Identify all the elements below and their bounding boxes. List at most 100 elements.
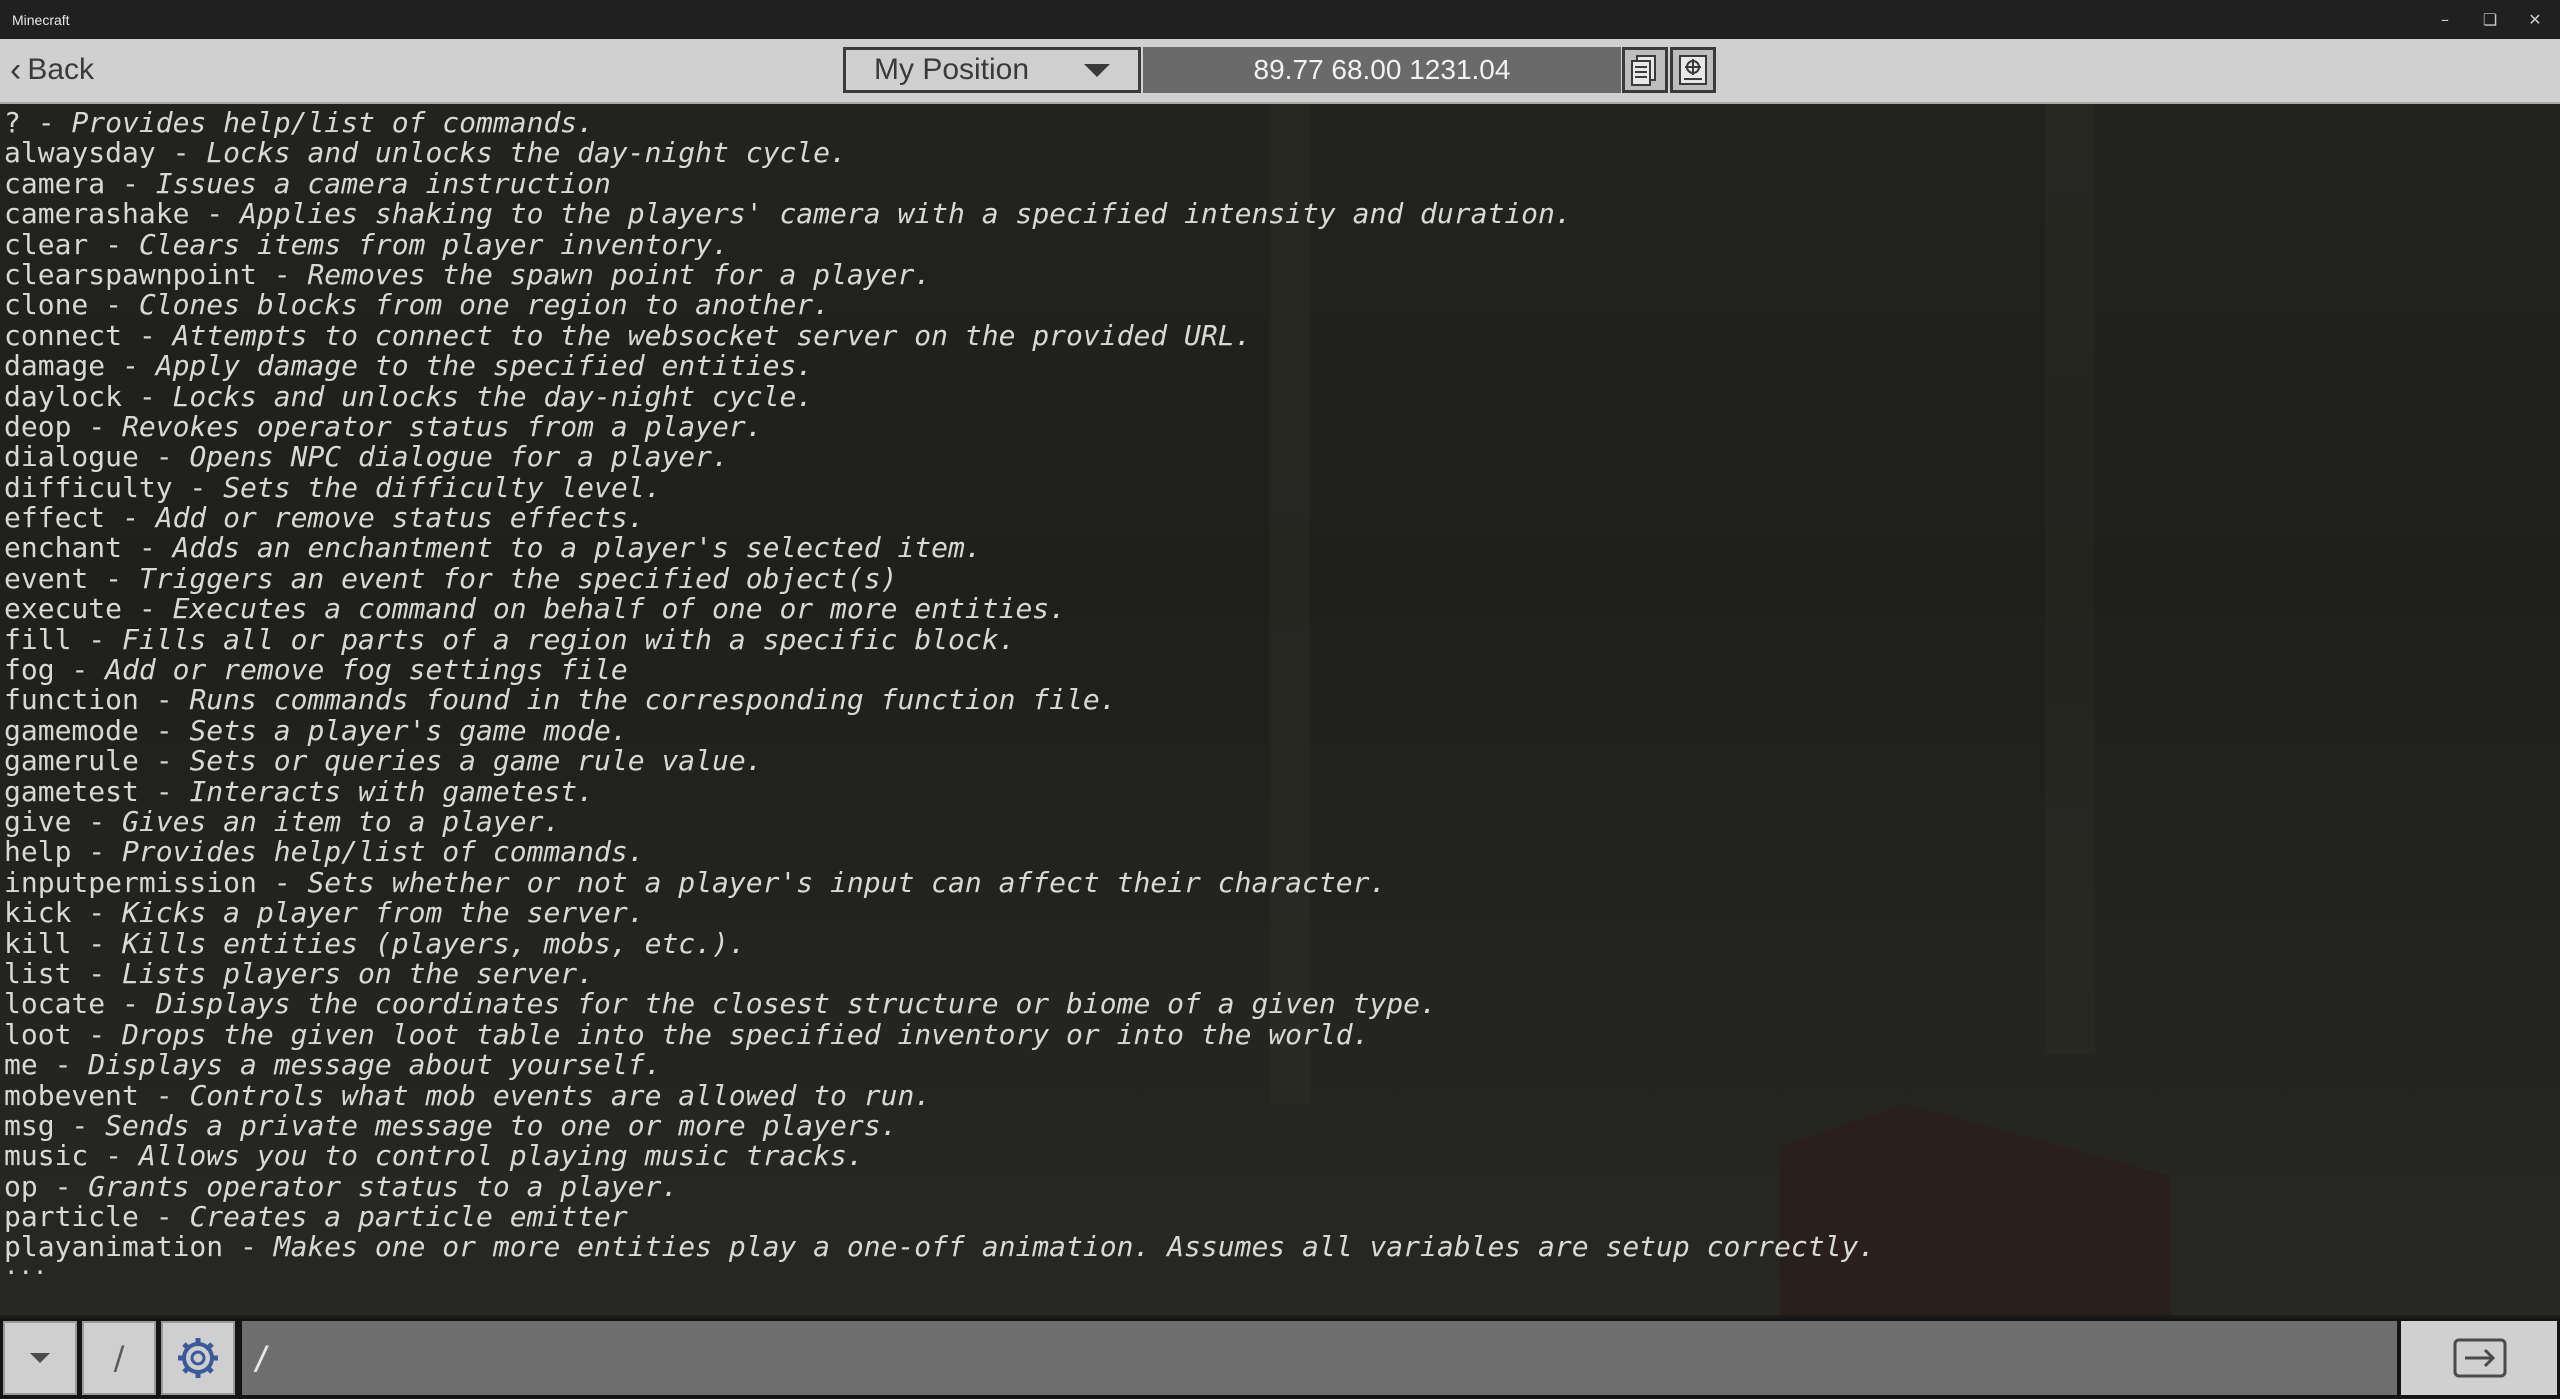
command-description: Adds an enchantment to a player's select… <box>172 531 982 565</box>
top-bar: ‹ Back My Position 89.77 68.00 1231.04 <box>0 39 2560 104</box>
command-line: dialogue - Opens NPC dialogue for a play… <box>4 442 1875 472</box>
command-name: gamerule - <box>4 744 190 778</box>
command-name: op - <box>4 1169 89 1203</box>
command-line: difficulty - Sets the difficulty level. <box>4 472 1875 503</box>
command-description: Kills entities (players, mobs, etc.). <box>122 926 746 960</box>
chevron-down-icon <box>30 1353 50 1363</box>
command-line: fog - Add or remove fog settings file <box>4 653 1875 687</box>
command-name: damage - <box>4 349 156 383</box>
command-name: loot - <box>4 1017 123 1051</box>
command-line: camerashake - Applies shaking to the pla… <box>4 197 1875 231</box>
command-line: effect - Add or remove status effects. <box>4 501 1875 535</box>
command-description: Sets whether or not a player's input can… <box>307 865 1387 899</box>
command-name: effect - <box>4 501 156 535</box>
command-name: fog - <box>4 653 106 687</box>
command-line: give - Gives an item to a player. <box>4 804 1875 838</box>
command-line: camera - Issues a camera instruction <box>4 166 1875 200</box>
command-description: Creates a particle emitter <box>189 1200 628 1234</box>
command-line: ? - Provides help/list of commands. <box>4 107 1875 138</box>
command-name: enchant - <box>4 531 173 565</box>
chat-input[interactable] <box>242 1321 2397 1395</box>
position-dropdown[interactable]: My Position <box>843 47 1141 93</box>
gear-icon <box>178 1338 218 1378</box>
command-name: camerashake - <box>4 197 241 231</box>
command-name: kill - <box>4 926 123 960</box>
command-description: Executes a command on behalf of one or m… <box>172 592 1067 626</box>
command-line: clearspawnpoint - Removes the spawn poin… <box>4 257 1875 291</box>
command-name: clear - <box>4 227 139 261</box>
command-line: execute - Executes a command on behalf o… <box>4 594 1875 624</box>
command-description: Locks and unlocks the day-night cycle. <box>206 136 847 170</box>
command-description: Drops the given loot table into the spec… <box>122 1017 1370 1051</box>
restore-icon[interactable]: ❏ <box>2470 6 2510 34</box>
command-line: function - Runs commands found in the co… <box>4 685 1875 715</box>
command-line: kick - Kicks a player from the server. <box>4 896 1875 930</box>
command-line: particle - Creates a particle emitter <box>4 1200 1875 1234</box>
command-description: Opens NPC dialogue for a player. <box>189 440 729 474</box>
command-description: Interacts with gametest. <box>189 774 595 808</box>
coordinates-action-button[interactable] <box>1670 47 1716 93</box>
command-name: event - <box>4 561 139 595</box>
command-line: msg - Sends a private message to one or … <box>4 1108 1875 1142</box>
command-name: alwaysday - <box>4 136 207 170</box>
command-description: Kicks a player from the server. <box>122 896 645 930</box>
back-button[interactable]: ‹ Back <box>10 47 94 93</box>
command-name: kick - <box>4 896 123 930</box>
window-title-bar: Minecraft – ❏ ✕ <box>0 0 2560 39</box>
command-description: Issues a camera instruction <box>155 166 611 200</box>
command-line: list - Lists players on the server. <box>4 956 1875 990</box>
command-name: mobevent - <box>4 1078 190 1112</box>
command-line: gamemode - Sets a player's game mode. <box>4 715 1875 746</box>
position-dropdown-label: My Position <box>874 53 1030 86</box>
coordinates-action-icon <box>1679 55 1707 85</box>
coordinates-display: 89.77 68.00 1231.04 <box>1143 47 1621 93</box>
command-name: camera - <box>4 166 156 200</box>
command-name: function - <box>4 683 190 717</box>
chat-settings-button[interactable] <box>161 1321 235 1395</box>
command-description: Sets or queries a game rule value. <box>189 744 763 778</box>
command-description: Fills all or parts of a region with a sp… <box>122 622 1016 656</box>
command-line: gamerule - Sets or queries a game rule v… <box>4 746 1875 776</box>
command-description: Displays the coordinates for the closest… <box>155 987 1437 1021</box>
command-description: Runs commands found in the corresponding… <box>189 683 1117 717</box>
command-description: Makes one or more entities play a one-of… <box>273 1230 1876 1264</box>
command-line: enchant - Adds an enchantment to a playe… <box>4 533 1875 563</box>
copy-coordinates-button[interactable] <box>1622 47 1668 93</box>
send-button[interactable] <box>2401 1321 2557 1395</box>
command-description: Clears items from player inventory. <box>138 227 729 261</box>
chat-bar: / <box>0 1318 2560 1398</box>
arrow-right-icon <box>2453 1338 2507 1378</box>
command-line: me - Displays a message about yourself. <box>4 1048 1875 1082</box>
command-description: Provides help/list of commands. <box>122 835 645 869</box>
close-icon[interactable]: ✕ <box>2515 6 2555 34</box>
chat-output[interactable]: ? - Provides help/list of commands. alway… <box>0 104 2560 1315</box>
command-line: music - Allows you to control playing mu… <box>4 1141 1875 1171</box>
command-line: daylock - Locks and unlocks the day-nigh… <box>4 379 1875 413</box>
command-description: Removes the spawn point for a player. <box>307 257 932 291</box>
command-line: inputpermission - Sets whether or not a … <box>4 865 1875 899</box>
command-description: Gives an item to a player. <box>122 804 561 838</box>
command-line: alwaysday - Locks and unlocks the day-ni… <box>4 138 1875 168</box>
command-description: Allows you to control playing music trac… <box>138 1139 864 1173</box>
command-description: Sends a private message to one or more p… <box>105 1108 898 1142</box>
command-line: loot - Drops the given loot table into t… <box>4 1017 1875 1051</box>
command-name: clone - <box>4 288 139 322</box>
window-title: Minecraft <box>12 12 70 28</box>
command-line: deop - Revokes operator status from a pl… <box>4 409 1875 443</box>
chat-history-button[interactable] <box>3 1321 77 1395</box>
command-name: locate - <box>4 987 156 1021</box>
command-description: Controls what mob events are allowed to … <box>189 1078 932 1112</box>
command-line: locate - Displays the coordinates for th… <box>4 989 1875 1019</box>
minimize-icon[interactable]: – <box>2425 6 2465 34</box>
background-pillar <box>2045 104 2095 1054</box>
command-description: Add or remove status effects. <box>155 501 645 535</box>
command-name: inputpermission - <box>4 865 308 899</box>
command-description: Displays a message about yourself. <box>88 1048 662 1082</box>
command-line: clear - Clears items from player invento… <box>4 227 1875 261</box>
command-description: Lists players on the server. <box>122 956 595 990</box>
command-name: daylock - <box>4 379 173 413</box>
slash-command-button[interactable]: / <box>82 1321 156 1395</box>
command-line: mobevent - Controls what mob events are … <box>4 1078 1875 1112</box>
command-description: Revokes operator status from a player. <box>122 409 763 443</box>
command-line: kill - Kills entities (players, mobs, et… <box>4 926 1875 960</box>
